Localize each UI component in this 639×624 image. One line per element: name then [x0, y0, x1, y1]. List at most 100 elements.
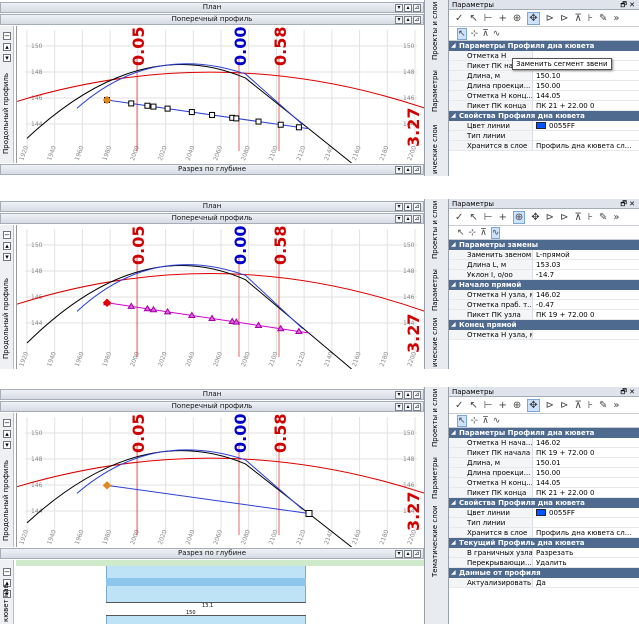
pin-icon[interactable]: ⊿ [413, 403, 421, 411]
property-row[interactable]: Тип линии [449, 131, 639, 141]
depth-bar[interactable]: Разрез по глубине ▾ ▴ ⊿ [0, 164, 424, 175]
plus-icon[interactable]: + [499, 212, 507, 223]
select-icon[interactable]: ⊳ [546, 400, 554, 411]
arrow-icon[interactable]: ↖ [457, 414, 467, 427]
maximize-icon[interactable]: ▴ [404, 16, 412, 24]
pin-close-icon[interactable]: 🗗 ✕ [620, 199, 635, 209]
split-icon[interactable]: ⊼ [574, 13, 581, 24]
node-icon[interactable]: ⊢ [484, 13, 493, 24]
color-swatch[interactable] [536, 122, 546, 129]
maximize-icon[interactable]: ▴ [404, 166, 412, 174]
property-row[interactable]: Цвет линии 0055FF [449, 121, 639, 131]
crosshair-icon[interactable]: ⊕ [513, 400, 521, 411]
property-row[interactable]: Длина проекци... 150.00 [449, 468, 639, 478]
property-value[interactable] [533, 131, 639, 140]
section-line-start[interactable]: Начало прямой [449, 280, 639, 290]
property-row[interactable]: Отметка Н узла, м 146.02 [449, 290, 639, 300]
maximize-icon[interactable]: ▴ [404, 403, 412, 411]
property-value[interactable]: ПК 19 + 72.00 0 [533, 448, 639, 457]
move-icon[interactable]: ✥ [527, 11, 540, 25]
node-icon[interactable]: ⊢ [484, 400, 493, 411]
insert-node-icon[interactable]: ⊹ [471, 29, 479, 39]
property-value[interactable]: ПК 21 + 22.00 0 [533, 488, 639, 497]
pin-icon[interactable]: ⊿ [413, 391, 421, 399]
property-row[interactable]: Длина проекци... 150.00 [449, 81, 639, 91]
split-icon[interactable]: ⊼ [574, 212, 581, 223]
maximize-icon[interactable]: ▴ [404, 215, 412, 223]
check-icon[interactable]: ✓ [455, 13, 463, 24]
pin-icon[interactable]: ⊿ [413, 215, 421, 223]
property-value[interactable] [533, 330, 639, 339]
dropdown-icon[interactable]: ▾ [395, 166, 403, 174]
more-icon[interactable]: » [613, 13, 619, 24]
plan-bar[interactable]: План ▾ ▴ ⊿ [0, 201, 424, 212]
maximize-icon[interactable]: ▴ [404, 391, 412, 399]
property-value[interactable]: Удалить [533, 558, 639, 567]
property-row[interactable]: Актуализировать Да [449, 578, 639, 588]
edit-icon[interactable]: ✎ [599, 212, 607, 223]
property-value[interactable]: L-прямой [533, 250, 639, 259]
insert-node-icon[interactable]: ⊹ [471, 416, 479, 426]
property-value[interactable]: 144.05 [533, 478, 639, 487]
dropdown-icon[interactable]: ▾ [395, 16, 403, 24]
property-row[interactable]: Длина L, м 153.03 [449, 260, 639, 270]
property-value[interactable]: -14.7 [533, 270, 639, 279]
property-value[interactable]: ПК 21 + 22.00 0 [533, 101, 639, 110]
select2-icon[interactable]: ⊳ [560, 212, 568, 223]
property-value[interactable]: 150.01 [533, 458, 639, 467]
color-swatch[interactable] [536, 509, 546, 516]
section-profile-params[interactable]: Параметры Профиля дна кювета [449, 41, 639, 51]
dropdown-icon[interactable]: ▾ [395, 215, 403, 223]
profile-plot[interactable]: 1920 1940 1960 1980 2000 2020 2040 2060 2080 2100… [16, 26, 426, 164]
property-value[interactable]: Профиль дна кювета сл... [533, 528, 639, 537]
select-icon[interactable]: ⊳ [546, 13, 554, 24]
profile-plot[interactable]: 1920 1940 1960 1980 2000 2020 2040 2060 2080 2100… [16, 225, 426, 369]
tab-projects[interactable]: Проекты и слои [431, 2, 439, 60]
scroll-down-button[interactable]: ▾ [3, 54, 11, 62]
crosshair-icon[interactable]: ⊕ [512, 210, 526, 224]
minus-button[interactable]: − [3, 568, 11, 576]
replace-icon[interactable]: ⊼ [482, 416, 489, 426]
property-value[interactable]: 150.00 [533, 81, 639, 90]
pin-icon[interactable]: ⊿ [413, 4, 421, 12]
arrow-icon[interactable]: ↖ [457, 27, 467, 40]
check-icon[interactable]: ✓ [455, 400, 463, 411]
scroll-down-button[interactable]: ▾ [3, 441, 11, 449]
property-row[interactable]: Цвет линии 0055FF [449, 508, 639, 518]
property-row[interactable]: Отметка Н узла, м [449, 330, 639, 340]
measure-icon[interactable]: ⊦ [588, 13, 593, 24]
plan-bar[interactable]: План ▾ ▴ ⊿ [0, 389, 424, 400]
plus-icon[interactable]: + [499, 13, 507, 24]
depth-bar[interactable]: Разрез по глубине ▾ ▴ ⊿ [0, 548, 424, 559]
dropdown-icon[interactable]: ▾ [395, 4, 403, 12]
scroll-down-button[interactable]: ▾ [3, 253, 11, 261]
tab-thematic[interactable]: ические слои [431, 318, 439, 367]
property-row[interactable]: Пикет ПК конца ПК 21 + 22.00 0 [449, 101, 639, 111]
property-row[interactable]: Отметка праб. т... -0.47 [449, 300, 639, 310]
property-row[interactable]: Отметка Н конц... 144.05 [449, 91, 639, 101]
property-row[interactable]: Длина, м 150.10 [449, 71, 639, 81]
tab-params[interactable]: Параметры [431, 269, 439, 311]
node-icon[interactable]: ⊢ [484, 212, 493, 223]
more-icon[interactable]: » [613, 212, 619, 223]
pointer-icon[interactable]: ↖ [469, 13, 477, 24]
pin-icon[interactable]: ⊿ [413, 16, 421, 24]
pin-close-icon[interactable]: 🗗 ✕ [620, 0, 635, 10]
property-row[interactable]: Пикет ПК началаПК 19 + 72.00 0 [449, 448, 639, 458]
tab-thematic[interactable]: Тематические слои [431, 505, 439, 577]
property-value[interactable]: Профиль дна кювета сл... [533, 141, 639, 150]
property-value[interactable]: 150.10 [533, 71, 639, 80]
minus-button[interactable]: − [3, 32, 11, 40]
maximize-icon[interactable]: ▴ [404, 4, 412, 12]
property-row[interactable]: Длина, м 150.01 [449, 458, 639, 468]
select-icon[interactable]: ⊳ [546, 212, 554, 223]
property-row[interactable]: Перекрывающи... Удалить [449, 558, 639, 568]
edit-icon[interactable]: ✎ [599, 13, 607, 24]
section-profile-params[interactable]: Параметры Профиля дна кювета [449, 428, 639, 438]
depth-plot[interactable]: 13.1 150 [16, 566, 424, 624]
property-row[interactable]: Пикет ПК конца ПК 21 + 22.00 0 [449, 488, 639, 498]
check-icon[interactable]: ✓ [455, 212, 463, 223]
pointer-icon[interactable]: ↖ [469, 212, 477, 223]
property-value[interactable]: Разрезать [533, 548, 639, 557]
curve-icon[interactable]: ∿ [490, 226, 501, 239]
